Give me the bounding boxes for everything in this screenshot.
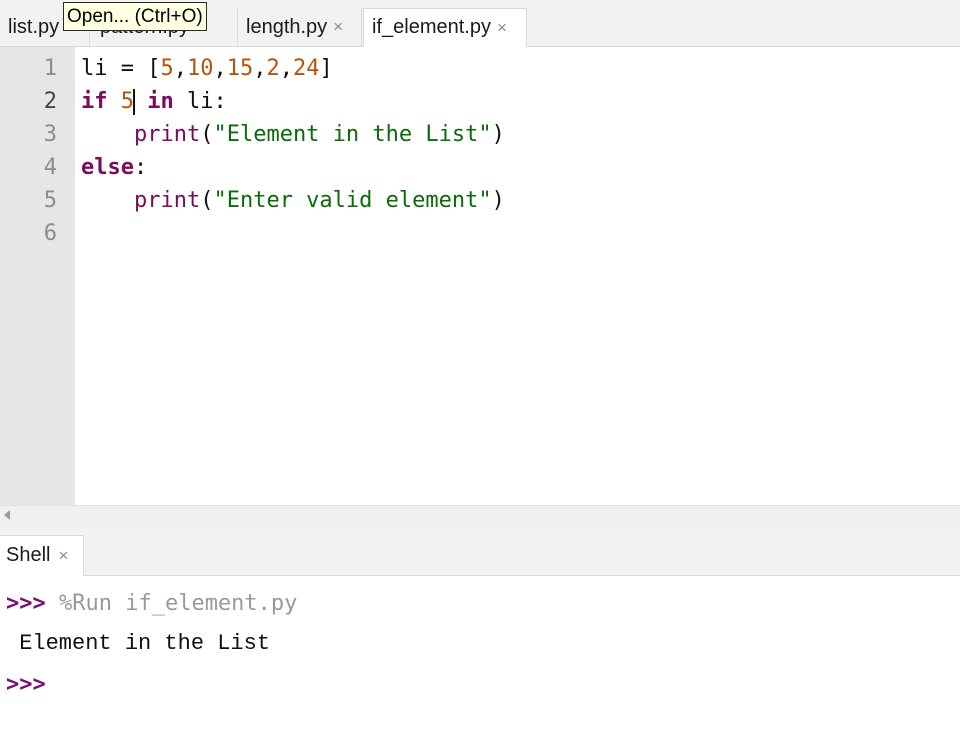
code-token: ) bbox=[491, 122, 505, 147]
code-token: , bbox=[253, 56, 267, 81]
number-literal: 15 bbox=[226, 56, 254, 81]
close-icon[interactable]: × bbox=[497, 18, 507, 38]
number-literal: 5 bbox=[120, 89, 134, 114]
number-literal: 5 bbox=[160, 56, 174, 81]
tab-label: list.py bbox=[8, 15, 60, 38]
code-token: , bbox=[279, 56, 293, 81]
code-editor[interactable]: 1 2 3 4 5 6 li = [5,10,15,2,24] if 5 in … bbox=[0, 47, 960, 505]
line-number: 6 bbox=[43, 221, 57, 246]
code-token: : bbox=[133, 155, 148, 180]
tab-label: length.py bbox=[246, 15, 328, 38]
tab-if-element-py[interactable]: if_element.py × bbox=[363, 8, 527, 47]
code-token: ( bbox=[200, 188, 214, 213]
code-token: [ bbox=[147, 56, 161, 81]
string-literal: "Enter valid element" bbox=[213, 188, 492, 213]
builtin-print: print bbox=[133, 188, 201, 213]
builtin-print: print bbox=[133, 122, 201, 147]
number-literal: 10 bbox=[187, 56, 214, 81]
close-icon[interactable]: × bbox=[333, 17, 343, 37]
code-line-3[interactable]: print("Element in the List") bbox=[81, 118, 505, 151]
shell-console[interactable]: >>> %Run if_element.py Element in the Li… bbox=[0, 576, 960, 747]
code-line-2[interactable]: if 5 in li: bbox=[81, 85, 227, 118]
tab-length-py[interactable]: length.py × bbox=[238, 8, 362, 46]
shell-prompt: >>> bbox=[6, 672, 46, 697]
code-line-4[interactable]: else: bbox=[81, 151, 147, 184]
shell-output: Element in the List bbox=[6, 631, 271, 656]
code-token: , bbox=[173, 56, 187, 81]
code-token: li bbox=[81, 56, 108, 81]
line-number: 2 bbox=[43, 89, 57, 114]
open-tooltip: Open... (Ctrl+O) bbox=[63, 2, 207, 31]
code-token: = bbox=[107, 56, 148, 81]
keyword-in: in bbox=[147, 89, 174, 114]
string-literal: "Element in the List" bbox=[213, 122, 492, 147]
code-token: ( bbox=[200, 122, 214, 147]
close-icon[interactable]: × bbox=[58, 546, 68, 566]
number-literal: 24 bbox=[293, 56, 320, 81]
tab-shell[interactable]: Shell × bbox=[0, 535, 84, 576]
scroll-left-arrow-icon[interactable] bbox=[4, 510, 10, 520]
horizontal-scrollbar[interactable] bbox=[0, 505, 960, 526]
number-literal: 2 bbox=[266, 56, 280, 81]
line-number: 5 bbox=[43, 188, 57, 213]
shell-prompt: >>> bbox=[6, 591, 46, 616]
line-number: 1 bbox=[43, 56, 57, 81]
line-number-gutter: 1 2 3 4 5 6 bbox=[0, 47, 75, 505]
code-token: ) bbox=[491, 188, 505, 213]
code-token: , bbox=[213, 56, 227, 81]
code-token: li: bbox=[173, 89, 227, 114]
tab-label: Shell bbox=[6, 544, 51, 566]
shell-tab-bar: Shell × bbox=[0, 526, 960, 576]
code-line-1[interactable]: li = [5,10,15,2,24] bbox=[81, 52, 333, 85]
shell-command-line: >>> %Run if_element.py bbox=[6, 587, 297, 621]
code-token: ] bbox=[319, 56, 333, 81]
line-number: 3 bbox=[43, 122, 57, 147]
shell-input-line[interactable]: >>> bbox=[6, 668, 46, 702]
run-command: %Run if_element.py bbox=[45, 591, 298, 616]
keyword-if: if bbox=[81, 89, 108, 114]
code-line-5[interactable]: print("Enter valid element") bbox=[81, 184, 505, 217]
keyword-else: else bbox=[81, 155, 134, 180]
line-number: 4 bbox=[43, 155, 57, 180]
tab-label: if_element.py bbox=[372, 16, 491, 38]
